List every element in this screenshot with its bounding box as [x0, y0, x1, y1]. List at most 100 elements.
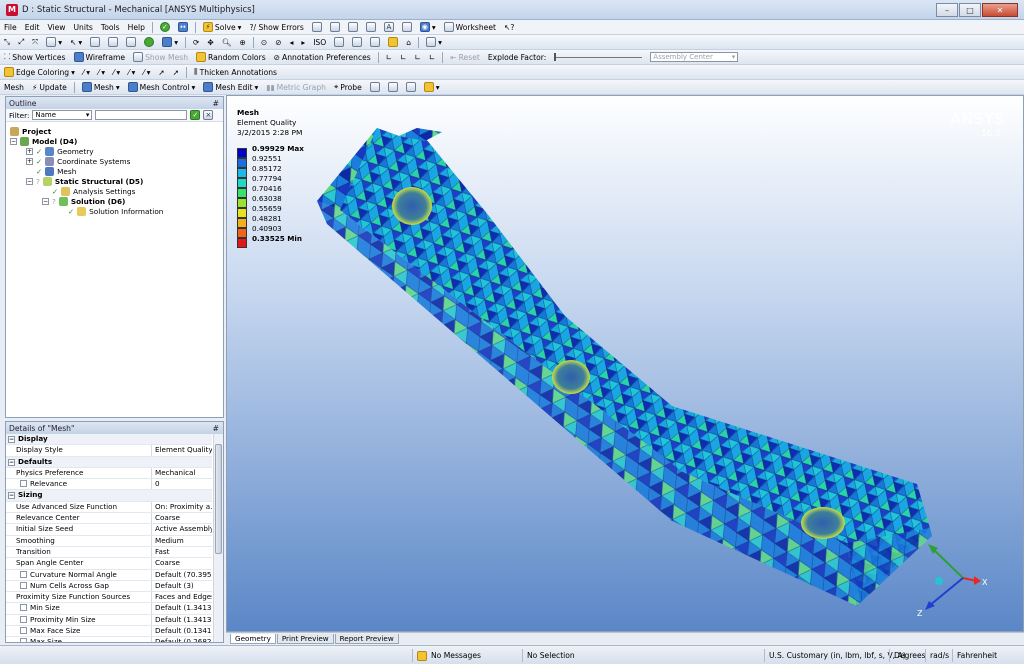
collapse-icon[interactable]: −	[26, 177, 33, 185]
menu-units[interactable]: Units	[69, 21, 96, 34]
help-pointer-button[interactable]: ↖?	[500, 21, 518, 34]
show-mesh-button[interactable]: Show Mesh	[129, 51, 192, 64]
edge-tool-4[interactable]: ⁄ ▾	[124, 66, 139, 79]
details-row[interactable]: Max Face Size Default (0.1341...	[6, 626, 212, 638]
select-mode-button[interactable]: ⤡	[0, 36, 14, 49]
details-row[interactable]: Min Size Default (1.3413...	[6, 603, 212, 615]
details-row[interactable]: Initial Size Seed Active Assembly	[6, 524, 212, 536]
property-value[interactable]: 0	[152, 479, 212, 489]
details-section[interactable]: − Sizing	[6, 490, 212, 502]
assembly-center-select[interactable]: Assembly Center ▾	[646, 51, 742, 64]
mesh-menu-button[interactable]: Mesh ▾	[78, 81, 124, 94]
worksheet-button[interactable]: Worksheet	[440, 21, 500, 34]
wireframe-button[interactable]: Wireframe	[70, 51, 130, 64]
magnifier-button[interactable]: ⊘	[271, 36, 285, 49]
collapse-icon[interactable]: −	[10, 137, 17, 145]
details-section[interactable]: − Defaults	[6, 456, 212, 468]
filter-select[interactable]: Name ▾	[32, 110, 93, 120]
parameter-checkbox[interactable]	[20, 570, 27, 578]
scroll-thumb[interactable]	[215, 444, 222, 554]
property-value[interactable]: Default (3)	[152, 581, 212, 591]
details-row[interactable]: Display Style Element Quality	[6, 445, 212, 457]
details-section[interactable]: − Display	[6, 434, 212, 446]
tab-report-preview[interactable]: Report Preview	[334, 634, 399, 644]
tree-item-model[interactable]: − Model (D4)	[10, 136, 77, 146]
clear-filter-icon[interactable]: ×	[203, 110, 214, 120]
property-value[interactable]: Coarse	[152, 513, 212, 523]
tree-item-project[interactable]: Project	[10, 126, 51, 136]
maximize-button[interactable]: □	[959, 3, 981, 17]
vertex-tool-2[interactable]: ∟	[396, 51, 410, 64]
pin-icon[interactable]: #	[213, 99, 219, 108]
property-value[interactable]: On: Proximity a...	[152, 502, 212, 512]
extend-button-3[interactable]	[122, 36, 140, 49]
tab-print-preview[interactable]: Print Preview	[276, 634, 334, 644]
edge-tool-2[interactable]: ⁄ ▾	[94, 66, 109, 79]
details-row[interactable]: Relevance Center Coarse	[6, 513, 212, 525]
select-body-button[interactable]: ▾	[42, 36, 66, 49]
edge-tool-1[interactable]: ⁄ ▾	[79, 66, 94, 79]
tool-button-1[interactable]	[308, 21, 326, 34]
tool-button-5[interactable]: A	[380, 21, 398, 34]
tree-item-geometry[interactable]: + ✓ Geometry	[26, 146, 94, 156]
explode-factor-slider[interactable]	[550, 51, 646, 64]
parameter-checkbox[interactable]	[20, 581, 27, 589]
tool-button-3[interactable]	[344, 21, 362, 34]
menu-help[interactable]: Help	[124, 21, 149, 34]
property-value[interactable]: Element Quality	[152, 445, 212, 455]
property-value[interactable]: Default (70.395...	[152, 570, 212, 580]
details-row[interactable]: Physics Preference Mechanical	[6, 467, 212, 480]
vertex-tool-1[interactable]: ∟	[382, 51, 396, 64]
update-button[interactable]: ⚡ Update	[28, 81, 71, 94]
zoom-box-button[interactable]: ⊕	[235, 36, 249, 49]
pan-button[interactable]: ✥	[203, 36, 217, 49]
property-value[interactable]: Mechanical	[152, 468, 212, 478]
zoom-to-fit-button[interactable]: ⊙	[257, 36, 271, 49]
angle-unit-status[interactable]: Degrees	[889, 649, 926, 662]
menu-view[interactable]: View	[43, 21, 69, 34]
parameter-checkbox[interactable]	[20, 615, 27, 623]
pin-icon[interactable]: #	[213, 424, 219, 433]
details-row[interactable]: Transition Fast	[6, 546, 212, 559]
details-row[interactable]: Num Cells Across Gap Default (3)	[6, 580, 212, 593]
expand-icon[interactable]: +	[26, 157, 33, 165]
show-errors-button[interactable]: ?/ Show Errors	[245, 21, 307, 34]
reset-explode-button[interactable]: ⇤ Reset	[446, 51, 484, 64]
edge-tool-7[interactable]: ➚	[169, 66, 183, 79]
edge-coloring-button[interactable]: Edge Coloring ▾	[0, 66, 79, 79]
vertex-tool-4[interactable]: ∟	[425, 51, 439, 64]
property-value[interactable]: Default (1.3413...	[152, 615, 212, 625]
display-tool-1[interactable]	[366, 81, 384, 94]
tool-button-2[interactable]	[326, 21, 344, 34]
property-value[interactable]: Coarse	[152, 558, 212, 568]
edge-tool-3[interactable]: ⁄ ▾	[109, 66, 124, 79]
tree-item-solution-information[interactable]: ✓ Solution Information	[68, 206, 163, 216]
probe-button[interactable]: ⌖ Probe	[330, 81, 366, 94]
edge-tool-6[interactable]: ➚	[154, 66, 168, 79]
display-tool-3[interactable]	[402, 81, 420, 94]
details-row[interactable]: Relevance 0	[6, 479, 212, 491]
collapse-icon[interactable]: −	[8, 458, 15, 466]
mesh-model[interactable]: X Z	[227, 96, 1024, 632]
details-row[interactable]: Proximity Size Function Sources Faces and…	[6, 592, 212, 604]
thicken-annotations-button[interactable]: ⫼ Thicken Annotations	[190, 66, 281, 79]
minimize-button[interactable]: –	[936, 3, 958, 17]
random-colors-button[interactable]: Random Colors	[192, 51, 270, 64]
property-value[interactable]: Default (0.1341...	[152, 626, 212, 636]
check-button[interactable]: ✓	[156, 21, 174, 34]
menu-edit[interactable]: Edit	[21, 21, 44, 34]
tool-button-4[interactable]	[362, 21, 380, 34]
details-row[interactable]: Proximity Min Size Default (1.3413...	[6, 614, 212, 627]
collapse-icon[interactable]: −	[42, 197, 49, 205]
property-value[interactable]: Default (1.3413...	[152, 603, 212, 613]
rate-unit-status[interactable]: rad/s	[925, 649, 952, 662]
edge-tool-5[interactable]: ⁄ ▾	[139, 66, 154, 79]
solve-button[interactable]: ⚡ Solve ▾	[199, 21, 246, 34]
zoom-button[interactable]: 🔍︎	[218, 36, 236, 49]
extend-button-1[interactable]	[86, 36, 104, 49]
viewport-layout-button[interactable]: ▾	[422, 36, 446, 49]
view-button-5[interactable]: ⌂	[402, 36, 415, 49]
tree-item-analysis-settings[interactable]: ✓ Analysis Settings	[52, 186, 135, 196]
messages-status[interactable]: No Messages	[412, 649, 522, 662]
tree-item-solution[interactable]: −? Solution (D6)	[42, 196, 125, 206]
